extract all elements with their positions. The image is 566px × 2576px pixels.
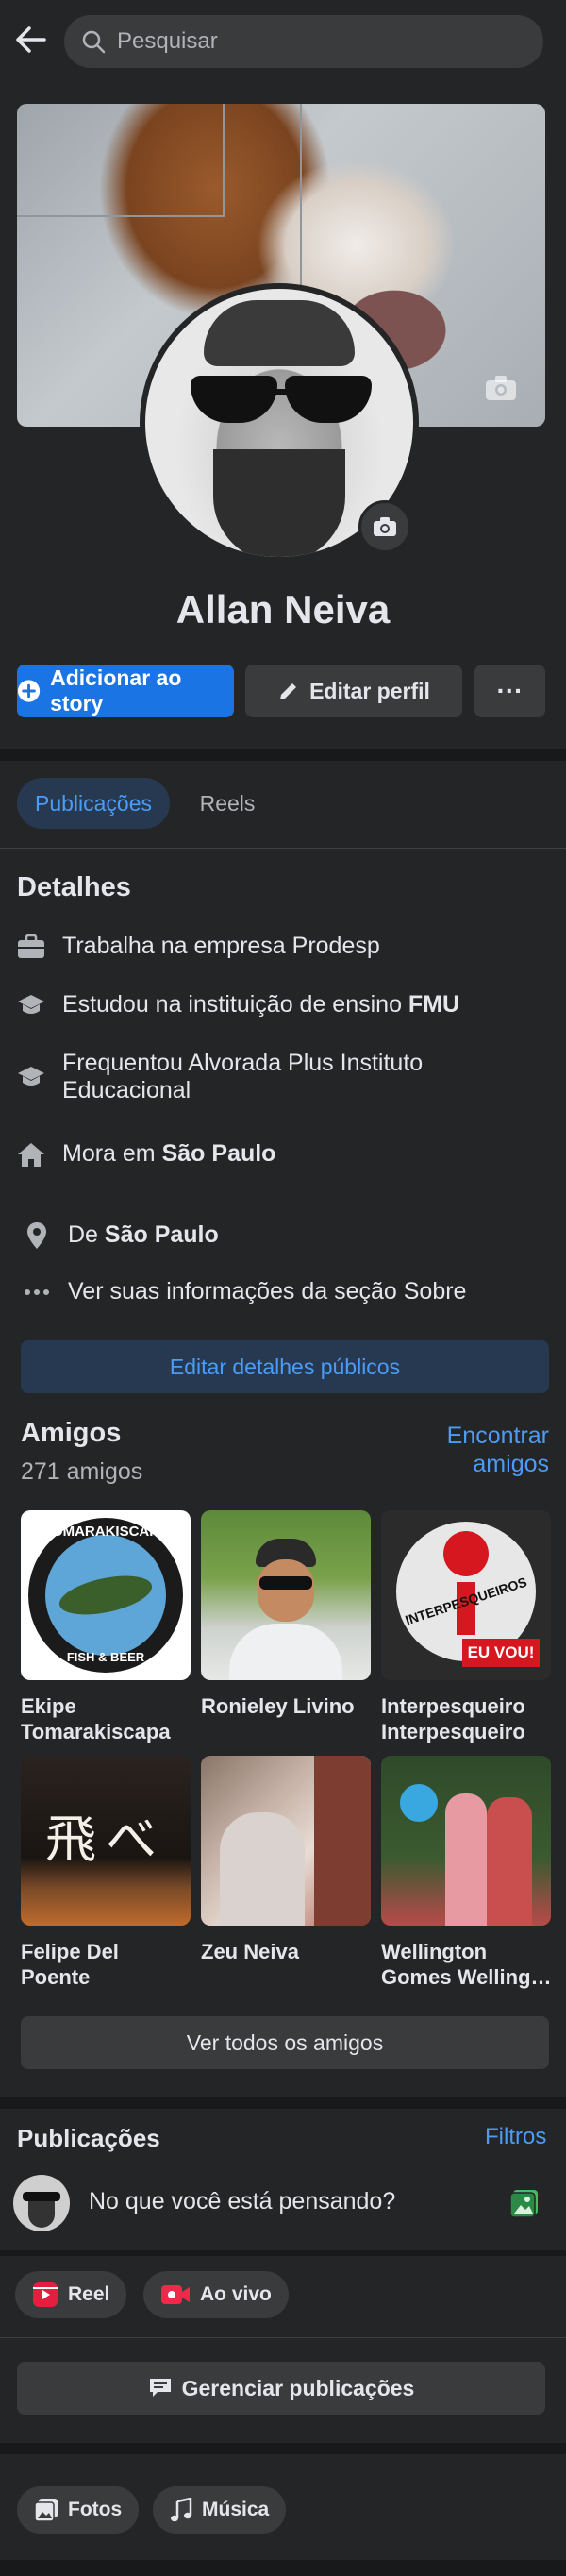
profile-name: Allan Neiva	[175, 587, 391, 631]
friend-card[interactable]: Wellington Gomes Welling…	[381, 1756, 551, 1990]
friends-title: Amigos	[21, 1418, 122, 1448]
search-input[interactable]: Pesquisar	[64, 15, 543, 68]
ellipsis-icon	[21, 1278, 53, 1306]
friend-name: Interpesqueiro Interpesqueiro	[381, 1694, 525, 1743]
plus-circle-icon	[17, 680, 41, 702]
detail-education: Estudou na instituição de ensino FMU	[15, 991, 543, 1019]
reel-icon	[33, 2282, 58, 2307]
add-to-story-label: Adicionar ao story	[50, 665, 182, 716]
more-options-button[interactable]: ···	[474, 665, 545, 717]
live-video-icon	[161, 2285, 190, 2304]
live-button[interactable]: Ao vivo	[143, 2271, 289, 2318]
friend-card[interactable]: Zeu Neiva	[201, 1756, 371, 1964]
music-button[interactable]: Música	[153, 2486, 287, 2534]
friend-card[interactable]: INTERPESQUEIROS EU VOU! Interpesqueiro I…	[381, 1510, 551, 1744]
music-note-icon	[171, 2498, 192, 2522]
edit-public-details-button[interactable]: Editar detalhes públicos	[21, 1340, 549, 1393]
detail-attended: Frequentou Alvorada Plus Instituto Educa…	[15, 1050, 543, 1104]
details-title: Detalhes	[17, 872, 131, 902]
section-divider	[0, 2097, 566, 2109]
friend-photo: 飛べ	[21, 1756, 191, 1926]
see-about-link[interactable]: Ver suas informações da seção Sobre	[21, 1278, 549, 1306]
graduation-cap-icon	[15, 991, 47, 1019]
friend-photo	[201, 1756, 371, 1926]
composer-avatar[interactable]	[13, 2175, 70, 2231]
graduation-cap-icon	[15, 1063, 47, 1091]
more-icon: ···	[496, 676, 524, 705]
find-friends-link[interactable]: Encontrar amigos	[396, 1422, 549, 1478]
friend-photo: TOMARAKISCAPA FISH & BEER	[21, 1510, 191, 1680]
friend-photo	[381, 1756, 551, 1926]
home-icon	[15, 1140, 47, 1169]
search-icon	[82, 30, 106, 54]
briefcase-icon	[15, 933, 47, 961]
avatar-camera-icon[interactable]	[358, 500, 411, 553]
photo-icon[interactable]	[509, 2188, 540, 2223]
reel-button[interactable]: Reel	[15, 2271, 127, 2318]
friend-name: Zeu Neiva	[201, 1940, 299, 1963]
pencil-icon	[280, 683, 297, 699]
detail-lives: Mora em São Paulo	[15, 1140, 543, 1169]
filters-link[interactable]: Filtros	[485, 2124, 546, 2150]
friend-name: Ekipe Tomarakiscapa	[21, 1694, 171, 1743]
tab-publicacoes[interactable]: Publicações	[17, 778, 170, 829]
cover-camera-icon[interactable]	[475, 362, 526, 413]
friend-name: Ronieley Livino	[201, 1694, 355, 1718]
see-all-friends-button[interactable]: Ver todos os amigos	[21, 2016, 549, 2069]
manage-posts-button[interactable]: Gerenciar publicações	[17, 2362, 545, 2415]
divider	[0, 848, 566, 849]
friend-photo: INTERPESQUEIROS EU VOU!	[381, 1510, 551, 1680]
back-arrow-icon[interactable]	[11, 21, 49, 59]
divider	[0, 2250, 566, 2256]
composer-input[interactable]: No que você está pensando?	[89, 2188, 395, 2215]
location-pin-icon	[21, 1221, 53, 1250]
add-to-story-button[interactable]: Adicionar ao story	[17, 665, 234, 717]
manage-posts-icon	[149, 2379, 171, 2397]
detail-work: Trabalha na empresa Prodesp	[15, 933, 543, 961]
photos-button[interactable]: Fotos	[17, 2486, 140, 2534]
friend-photo	[201, 1510, 371, 1680]
friends-count: 271 amigos	[21, 1458, 143, 1485]
divider	[0, 2337, 566, 2338]
friend-name: Felipe Del Poente	[21, 1940, 119, 1989]
bottom-divider	[0, 2560, 566, 2576]
posts-title: Publicações	[17, 2124, 160, 2152]
section-divider	[0, 749, 566, 761]
friend-card[interactable]: Ronieley Livino	[201, 1510, 371, 1719]
photos-icon	[34, 2499, 58, 2522]
search-placeholder: Pesquisar	[117, 28, 218, 54]
edit-profile-label: Editar perfil	[309, 678, 430, 703]
friend-card[interactable]: TOMARAKISCAPA FISH & BEER Ekipe Tomaraki…	[21, 1510, 191, 1744]
edit-profile-button[interactable]: Editar perfil	[245, 665, 462, 717]
detail-from: De São Paulo	[21, 1221, 549, 1250]
friend-name: Wellington Gomes Welling…	[381, 1940, 551, 1989]
section-divider	[0, 2443, 566, 2454]
friend-card[interactable]: 飛べ Felipe Del Poente	[21, 1756, 191, 1990]
tab-reels[interactable]: Reels	[189, 778, 266, 829]
